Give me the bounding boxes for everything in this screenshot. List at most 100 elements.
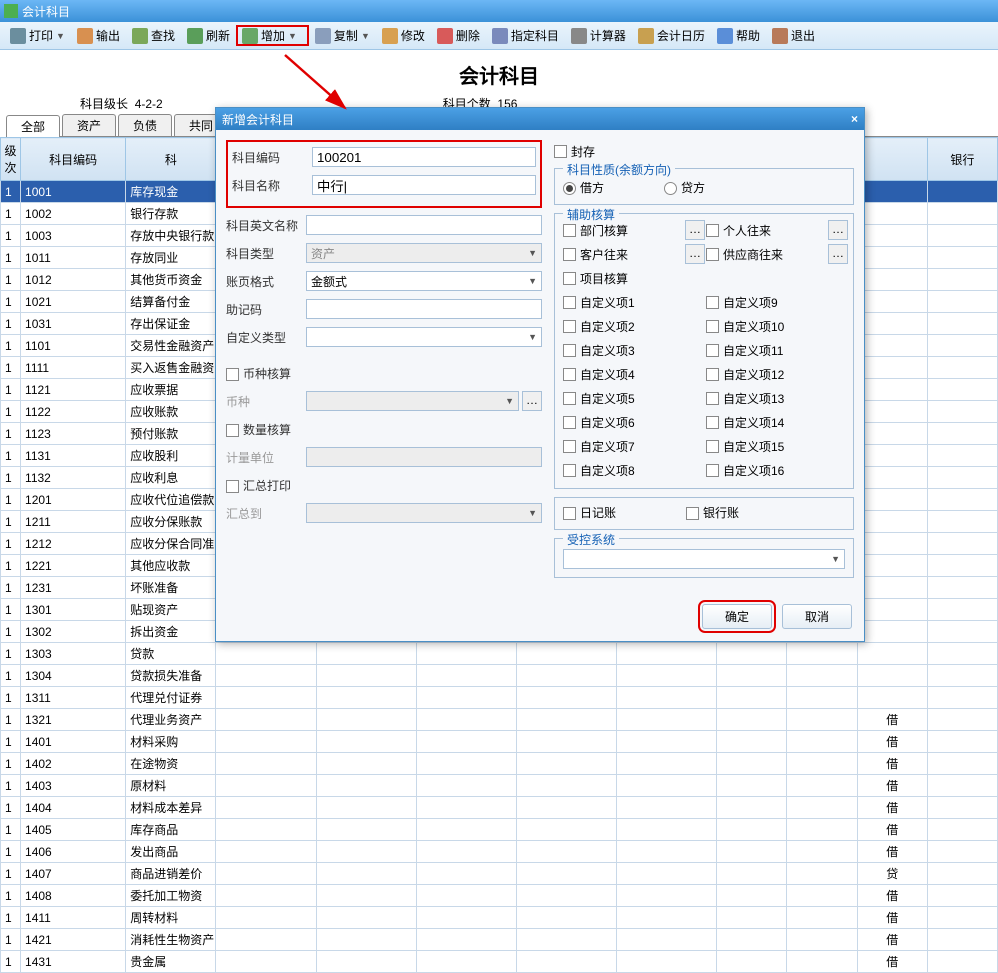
tab-1[interactable]: 资产 <box>62 114 116 136</box>
cancel-button[interactable]: 取消 <box>782 604 852 629</box>
aux-item[interactable]: 自定义项14 <box>706 414 821 431</box>
tab-2[interactable]: 负债 <box>118 114 172 136</box>
aux-item[interactable]: 自定义项12 <box>706 366 821 383</box>
page-header: 会计科目 <box>0 50 998 93</box>
modal-title: 新增会计科目 <box>222 111 294 128</box>
sealed-checkbox[interactable] <box>554 145 567 158</box>
type-select[interactable]: 资产▼ <box>306 243 542 263</box>
aux-item[interactable]: 个人往来 <box>706 222 821 239</box>
table-row[interactable]: 11408委托加工物资借 <box>1 885 998 907</box>
mnemonic-input[interactable] <box>306 299 542 319</box>
aux-item[interactable]: 自定义项7 <box>563 438 678 455</box>
aux-item[interactable]: 供应商往来 <box>706 246 821 263</box>
table-row[interactable]: 11402在途物资借 <box>1 753 998 775</box>
debit-radio[interactable]: 借方 <box>563 179 604 196</box>
aux-more-button[interactable]: … <box>828 244 848 264</box>
calc-button[interactable]: 计算器 <box>565 25 632 46</box>
add-button[interactable]: 增加▼ <box>236 25 309 46</box>
copy-button[interactable]: 复制▼ <box>309 25 376 46</box>
export-button[interactable]: 输出 <box>71 25 126 46</box>
toolbar: 打印▼输出查找刷新增加▼复制▼修改删除指定科目计算器会计日历帮助退出 <box>0 22 998 50</box>
aux-item[interactable]: 项目核算 <box>563 270 678 287</box>
table-row[interactable]: 11411周转材料借 <box>1 907 998 929</box>
cal-button[interactable]: 会计日历 <box>632 25 711 46</box>
aux-item[interactable]: 自定义项2 <box>563 318 678 335</box>
edit-button[interactable]: 修改 <box>376 25 431 46</box>
tab-0[interactable]: 全部 <box>6 115 60 137</box>
en-input[interactable] <box>306 215 542 235</box>
window-titlebar: 会计科目 <box>0 0 998 22</box>
ctrl-select[interactable]: ▼ <box>563 549 845 569</box>
table-row[interactable]: 11304贷款损失准备 <box>1 665 998 687</box>
refresh-button[interactable]: 刷新 <box>181 25 236 46</box>
qty-checkbox[interactable] <box>226 424 239 437</box>
aux-more-button[interactable]: … <box>685 220 705 240</box>
search-button[interactable]: 查找 <box>126 25 181 46</box>
aux-item[interactable]: 自定义项9 <box>706 294 821 311</box>
chevron-down-icon: ▼ <box>831 554 840 564</box>
table-row[interactable]: 11303贷款 <box>1 643 998 665</box>
en-label: 科目英文名称 <box>226 217 306 234</box>
table-row[interactable]: 11404材料成本差异借 <box>1 797 998 819</box>
ok-button[interactable]: 确定 <box>702 604 772 629</box>
col-header[interactable]: 级次 <box>1 138 21 181</box>
exit-icon <box>772 28 788 44</box>
nature-title: 科目性质(余额方向) <box>563 161 675 178</box>
chevron-down-icon: ▼ <box>361 31 370 41</box>
aux-item[interactable]: 自定义项13 <box>706 390 821 407</box>
col-header[interactable] <box>857 138 927 181</box>
mnemonic-label: 助记码 <box>226 301 306 318</box>
bank-checkbox[interactable]: 银行账 <box>686 504 739 521</box>
edit-icon <box>382 28 398 44</box>
print-button[interactable]: 打印▼ <box>4 25 71 46</box>
assign-button[interactable]: 指定科目 <box>486 25 565 46</box>
aux-more-button[interactable]: … <box>685 244 705 264</box>
del-button[interactable]: 删除 <box>431 25 486 46</box>
table-row[interactable]: 11421消耗性生物资产借 <box>1 929 998 951</box>
currency-checkbox[interactable] <box>226 368 239 381</box>
exit-button[interactable]: 退出 <box>766 25 821 46</box>
cal-icon <box>638 28 654 44</box>
assign-icon <box>492 28 508 44</box>
aux-item[interactable]: 自定义项11 <box>706 342 821 359</box>
aux-item[interactable]: 自定义项3 <box>563 342 678 359</box>
aux-item[interactable]: 自定义项6 <box>563 414 678 431</box>
aux-item[interactable]: 自定义项1 <box>563 294 678 311</box>
chevron-down-icon: ▼ <box>505 396 514 406</box>
aux-item[interactable]: 部门核算 <box>563 222 678 239</box>
table-row[interactable]: 11311代理兑付证券 <box>1 687 998 709</box>
col-header[interactable]: 银行 <box>927 138 997 181</box>
page-select[interactable]: 金额式▼ <box>306 271 542 291</box>
aux-item[interactable]: 自定义项16 <box>706 462 821 479</box>
table-row[interactable]: 11321代理业务资产借 <box>1 709 998 731</box>
aux-more-button[interactable]: … <box>828 220 848 240</box>
col-header[interactable]: 科目编码 <box>21 138 126 181</box>
currency-label: 币种 <box>226 393 306 410</box>
calc-icon <box>571 28 587 44</box>
aux-item[interactable]: 自定义项10 <box>706 318 821 335</box>
code-input[interactable] <box>312 147 536 167</box>
col-header[interactable]: 科 <box>126 138 216 181</box>
name-input[interactable] <box>312 175 536 195</box>
aux-item[interactable]: 自定义项8 <box>563 462 678 479</box>
chevron-down-icon: ▼ <box>56 31 65 41</box>
sum-checkbox[interactable] <box>226 480 239 493</box>
table-row[interactable]: 11405库存商品借 <box>1 819 998 841</box>
chevron-down-icon: ▼ <box>288 31 297 41</box>
credit-radio[interactable]: 贷方 <box>664 179 705 196</box>
currency-more-button[interactable]: … <box>522 391 542 411</box>
currency-select: ▼ <box>306 391 519 411</box>
table-row[interactable]: 11401材料采购借 <box>1 731 998 753</box>
aux-item[interactable]: 自定义项4 <box>563 366 678 383</box>
close-icon[interactable]: × <box>851 112 858 126</box>
table-row[interactable]: 11407商品进销差价贷 <box>1 863 998 885</box>
table-row[interactable]: 11406发出商品借 <box>1 841 998 863</box>
table-row[interactable]: 11431贵金属借 <box>1 951 998 973</box>
table-row[interactable]: 11403原材料借 <box>1 775 998 797</box>
journal-checkbox[interactable]: 日记账 <box>563 504 616 521</box>
aux-item[interactable]: 客户往来 <box>563 246 678 263</box>
custom-select[interactable]: ▼ <box>306 327 542 347</box>
aux-item[interactable]: 自定义项5 <box>563 390 678 407</box>
aux-item[interactable]: 自定义项15 <box>706 438 821 455</box>
help-button[interactable]: 帮助 <box>711 25 766 46</box>
